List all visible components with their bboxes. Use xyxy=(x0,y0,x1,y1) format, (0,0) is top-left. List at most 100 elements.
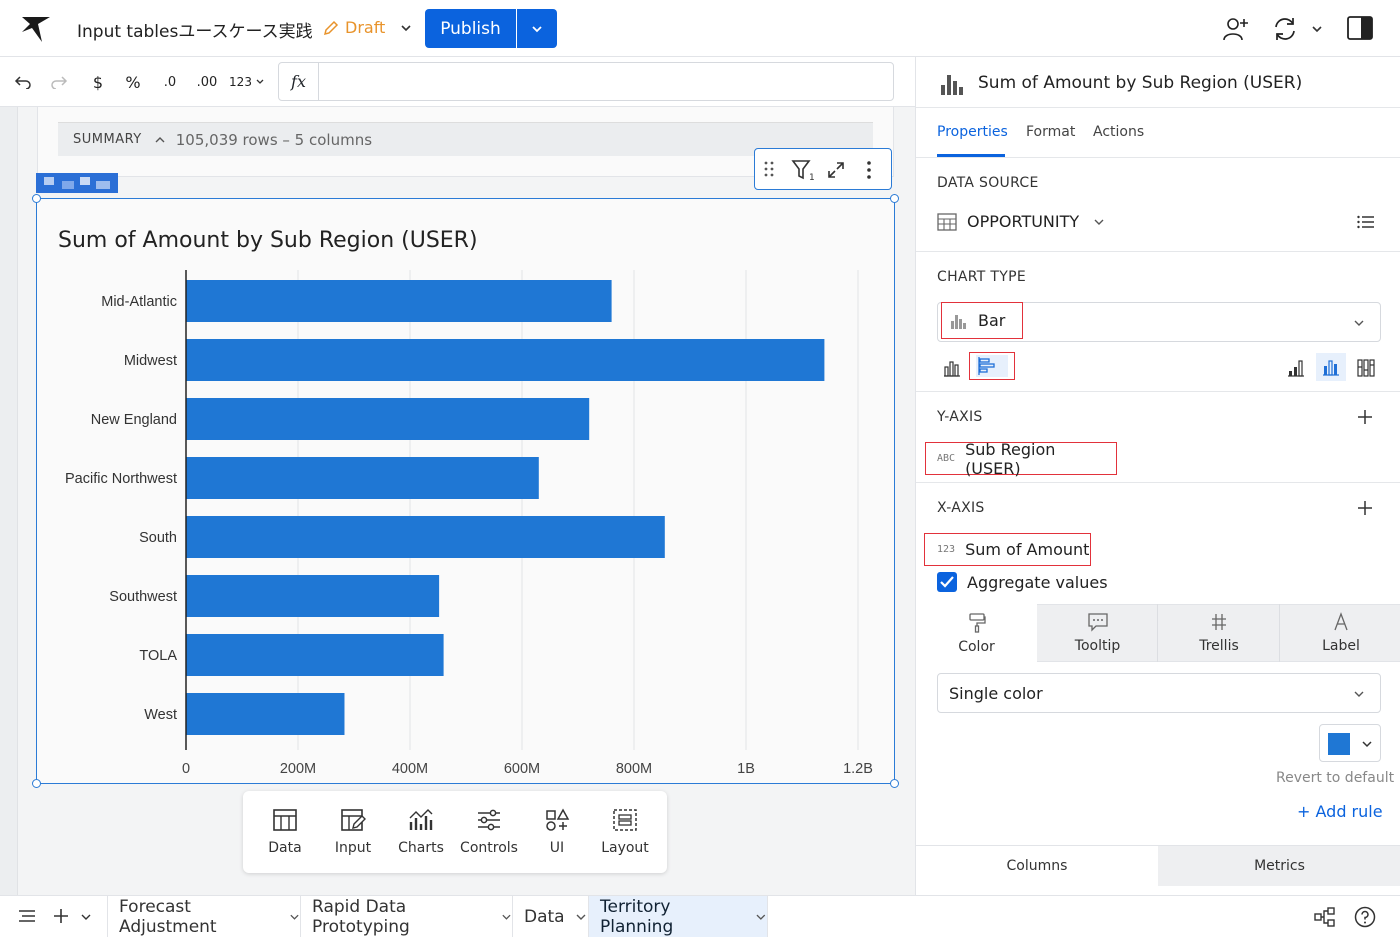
table-icon xyxy=(937,212,957,231)
full-stacked-bar-icon[interactable] xyxy=(1357,359,1375,377)
increase-decimal-button[interactable]: .00 xyxy=(193,57,221,107)
filter-icon[interactable]: 1 xyxy=(791,159,815,181)
refresh-options-chevron-icon[interactable] xyxy=(1310,22,1324,36)
add-controls-button[interactable]: Controls xyxy=(455,791,523,873)
tab-columns[interactable]: Columns xyxy=(916,845,1158,886)
currency-format-button[interactable]: $ xyxy=(86,57,110,107)
bar[interactable] xyxy=(186,516,665,558)
tab-properties[interactable]: Properties xyxy=(937,124,1008,140)
color-swatch-picker[interactable] xyxy=(1319,724,1381,762)
x-axis-field[interactable]: 123 Sum of Amount xyxy=(924,533,1091,566)
x-tick-label: 400M xyxy=(392,761,428,777)
page-tab-label: Territory Planning xyxy=(600,896,674,937)
input-icon xyxy=(341,809,366,831)
chevron-down-icon xyxy=(532,25,542,32)
list-view-icon[interactable] xyxy=(1357,215,1375,229)
tab-trellis-label: Trellis xyxy=(1199,638,1239,654)
page-list-icon[interactable] xyxy=(18,909,36,923)
aggregate-values-checkbox[interactable]: Aggregate values xyxy=(937,572,1108,592)
add-charts-button[interactable]: Charts xyxy=(387,791,455,873)
color-mode-value: Single color xyxy=(949,683,1043,703)
summary-label: SUMMARY xyxy=(73,132,142,147)
redo-icon[interactable] xyxy=(46,57,72,107)
panel-title: Sum of Amount by Sub Region (USER) xyxy=(978,73,1303,93)
chart-type-selected[interactable]: Bar xyxy=(941,302,1023,339)
tab-color[interactable]: Color xyxy=(916,604,1037,663)
bar[interactable] xyxy=(186,575,440,617)
tab-format[interactable]: Format xyxy=(1026,124,1075,140)
document-title[interactable]: Input tablesユースケース実践 xyxy=(77,17,313,42)
number-format-label: 123 xyxy=(229,75,252,89)
bar[interactable] xyxy=(186,457,539,499)
page-tab-territory-planning[interactable]: Territory Planning xyxy=(589,896,768,937)
add-input-label: Input xyxy=(334,840,372,856)
add-data-button[interactable]: Data xyxy=(251,791,319,873)
x-tick-label: 1.2B xyxy=(843,761,873,777)
horizontal-bar-icon xyxy=(976,355,1008,377)
stacked-bar-icon[interactable] xyxy=(1287,359,1305,377)
tab-label[interactable]: Label xyxy=(1281,604,1400,662)
vertical-bar-icon[interactable] xyxy=(943,359,961,377)
tab-metrics[interactable]: Metrics xyxy=(1158,845,1400,886)
add-x-axis-icon[interactable] xyxy=(1357,500,1373,516)
publish-button[interactable]: Publish xyxy=(425,9,516,48)
revert-to-default-link[interactable]: Revert to default xyxy=(1276,770,1394,786)
category-label: Midwest xyxy=(124,353,177,369)
bar[interactable] xyxy=(186,398,590,440)
aggregate-values-label: Aggregate values xyxy=(967,572,1108,592)
divider xyxy=(916,107,1400,108)
add-page-options-chevron-icon[interactable] xyxy=(80,911,92,923)
tab-tooltip[interactable]: Tooltip xyxy=(1038,604,1158,662)
add-input-button[interactable]: Input xyxy=(319,791,387,873)
x-tick-label: 200M xyxy=(280,761,316,777)
add-y-axis-icon[interactable] xyxy=(1357,409,1373,425)
help-icon[interactable] xyxy=(1354,906,1376,928)
horizontal-bar-option[interactable] xyxy=(969,352,1015,380)
chevron-down-icon xyxy=(1354,691,1364,697)
category-label: South xyxy=(139,530,177,546)
drag-handle-icon[interactable] xyxy=(764,160,774,178)
bar[interactable] xyxy=(186,339,825,381)
toggle-panel-icon[interactable] xyxy=(1347,16,1373,40)
category-label: Southwest xyxy=(109,589,177,605)
y-axis-field-name: Sub Region (USER) xyxy=(965,439,1056,478)
tab-actions[interactable]: Actions xyxy=(1093,124,1144,140)
refresh-icon[interactable] xyxy=(1271,15,1299,43)
percent-format-button[interactable]: % xyxy=(121,57,145,107)
more-options-icon[interactable] xyxy=(866,160,872,180)
draft-status-dropdown[interactable]: Draft xyxy=(323,18,413,37)
table-summary[interactable]: SUMMARY 105,039 rows – 5 columns xyxy=(58,123,873,156)
formula-bar[interactable]: fx xyxy=(278,62,894,101)
page-tab-label: Data xyxy=(524,906,565,927)
chevron-up-icon[interactable] xyxy=(154,134,166,146)
tab-trellis[interactable]: Trellis xyxy=(1159,604,1280,662)
add-rule-link[interactable]: + Add rule xyxy=(1297,802,1383,821)
expand-icon[interactable] xyxy=(827,161,845,179)
undo-icon[interactable] xyxy=(10,57,36,107)
data-source-dropdown[interactable]: OPPORTUNITY xyxy=(937,212,1105,231)
page-tabs-bar: Forecast Adjustment Rapid Data Prototypi… xyxy=(0,895,1400,937)
lineage-icon[interactable] xyxy=(1314,907,1336,927)
publish-options-button[interactable] xyxy=(517,9,557,48)
grouped-bar-option[interactable] xyxy=(1316,353,1346,381)
add-page-icon[interactable] xyxy=(53,908,69,924)
y-axis-field[interactable]: ABC Sub Region (USER) xyxy=(925,439,1117,478)
svg-text:1: 1 xyxy=(809,173,815,181)
add-layout-button[interactable]: Layout xyxy=(591,791,659,873)
bar[interactable] xyxy=(186,693,345,735)
color-mode-select[interactable]: Single color xyxy=(937,673,1381,713)
page-tab-label: Rapid Data Prototyping xyxy=(312,896,410,937)
decrease-decimal-button[interactable]: .0 xyxy=(157,57,183,107)
category-label: West xyxy=(144,707,177,723)
number-format-dropdown[interactable]: 123 xyxy=(229,57,265,107)
share-user-icon[interactable] xyxy=(1222,16,1250,42)
bar[interactable] xyxy=(186,634,444,676)
page-tab-rapid-data-prototyping[interactable]: Rapid Data Prototyping xyxy=(301,896,513,937)
app-logo-icon[interactable] xyxy=(20,14,52,44)
add-ui-button[interactable]: UI xyxy=(523,791,591,873)
bar[interactable] xyxy=(186,280,612,322)
page-tab-forecast-adjustment[interactable]: Forecast Adjustment xyxy=(107,896,301,937)
page-tab-data[interactable]: Data xyxy=(513,896,589,937)
add-data-label: Data xyxy=(268,840,302,856)
chevron-down-icon xyxy=(502,914,511,920)
